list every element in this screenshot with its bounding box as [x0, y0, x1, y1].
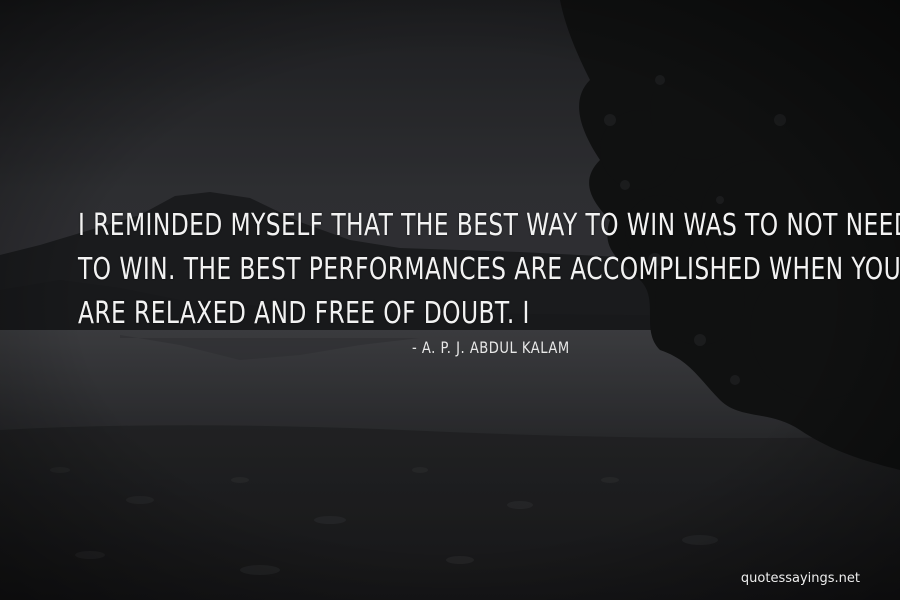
quote-line: TO WIN. THE BEST PERFORMANCES ARE ACCOMP… [78, 252, 900, 287]
quote-author: - A. P. J. ABDUL KALAM [412, 338, 570, 357]
quote-line: I REMINDED MYSELF THAT THE BEST WAY TO W… [78, 208, 900, 243]
quote-image: I REMINDED MYSELF THAT THE BEST WAY TO W… [0, 0, 900, 600]
quote-line: ARE RELAXED AND FREE OF DOUBT. I [78, 296, 530, 331]
quote-text: I REMINDED MYSELF THAT THE BEST WAY TO W… [78, 204, 900, 336]
watermark: quotessayings.net [740, 571, 860, 586]
